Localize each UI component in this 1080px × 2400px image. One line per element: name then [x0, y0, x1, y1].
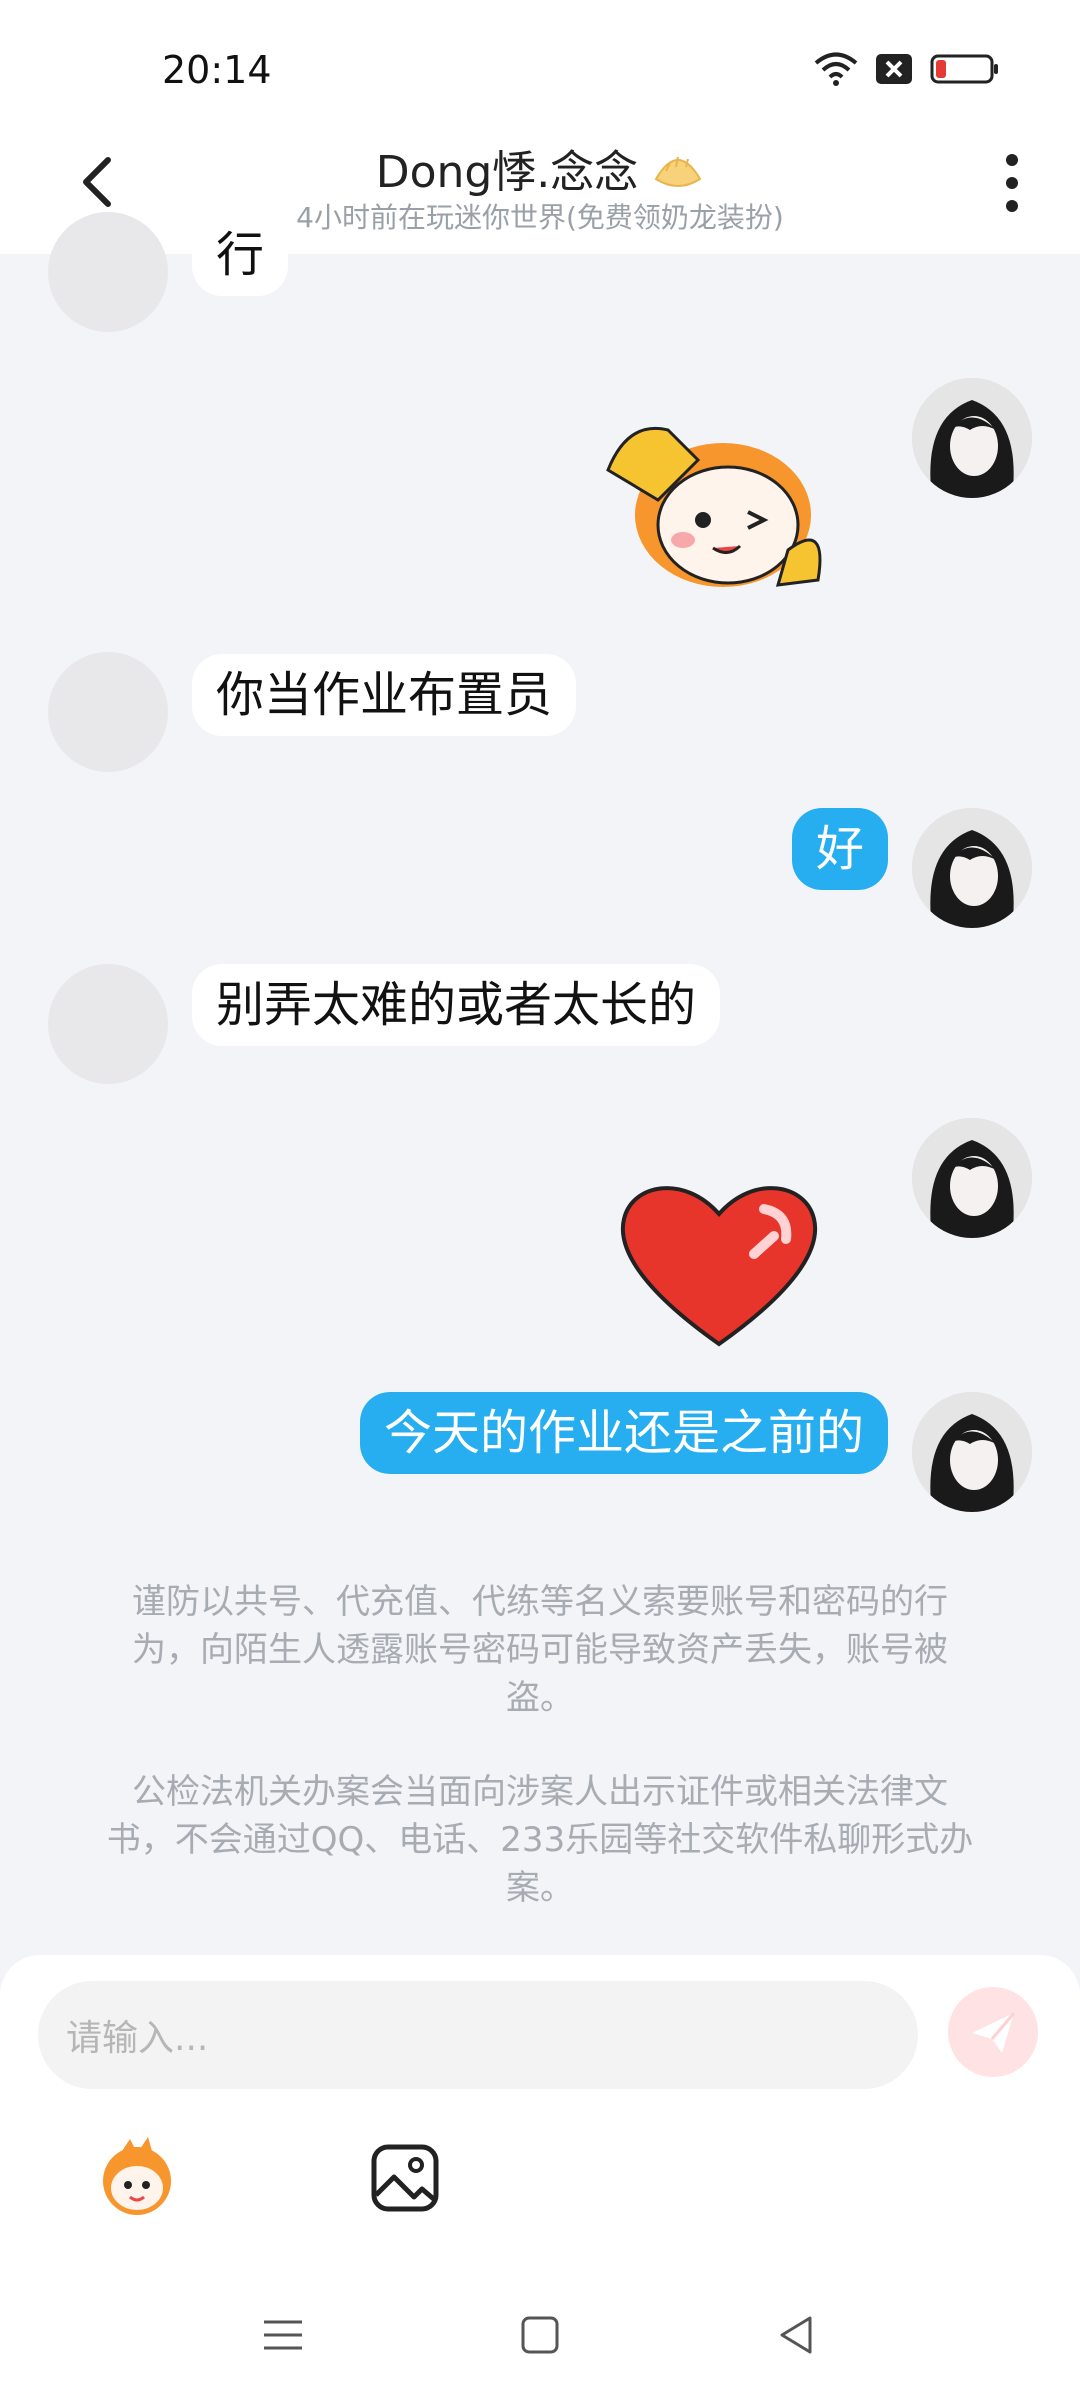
send-button[interactable] — [948, 1987, 1038, 2077]
my-avatar[interactable] — [912, 1392, 1032, 1512]
avatar-image — [912, 808, 1032, 928]
message-input-placeholder: 请输入... — [66, 2018, 209, 2059]
status-time: 20:14 — [162, 48, 272, 92]
contact-avatar[interactable] — [48, 212, 168, 332]
contact-name-text: Dong悸.念念 — [375, 147, 639, 198]
status-icons — [814, 52, 1000, 86]
battery-low-icon — [930, 54, 998, 84]
sticker-emoji-button[interactable] — [92, 2133, 182, 2223]
security-notice: 谨防以共号、代充值、代练等名义索要账号和密码的行为，向陌生人透露账号密码可能导致… — [132, 1582, 948, 1718]
chat-message-list[interactable]: 行 你当作业布置员 好 别弄太难的或者太长的 今天的作业还是之前的 谨防以共号、… — [0, 212, 1080, 1954]
contact-status: 4小时前在玩迷你世界(免费领奶龙装扮) — [296, 201, 784, 234]
avatar-image — [912, 378, 1032, 498]
message-bubble-left[interactable]: 别弄太难的或者太长的 — [192, 964, 721, 1046]
image-picker-button[interactable] — [360, 2133, 450, 2223]
my-avatar[interactable] — [912, 378, 1032, 498]
my-avatar[interactable] — [912, 1118, 1032, 1238]
message-bubble-right[interactable]: 好 — [791, 808, 888, 890]
wifi-icon — [814, 52, 858, 86]
more-options-icon[interactable] — [992, 148, 1032, 218]
security-notice: 公检法机关办案会当面向涉案人出示证件或相关法律文书，不会通过QQ、电话、233乐… — [106, 1772, 974, 1908]
message-bubble-left[interactable]: 行 — [192, 214, 289, 296]
my-avatar[interactable] — [912, 808, 1032, 928]
contact-avatar[interactable] — [48, 652, 168, 772]
contact-name: Dong悸.念念 — [0, 136, 1080, 200]
dumpling-emoji-icon — [654, 156, 702, 187]
thumbs-up-sticker[interactable] — [588, 400, 850, 600]
avatar-image — [912, 1392, 1032, 1512]
status-bar: 20:14 — [0, 0, 1080, 130]
contact-avatar[interactable] — [48, 964, 168, 1084]
menu-icon[interactable] — [258, 2310, 308, 2360]
system-navigation-bar — [0, 2270, 1080, 2400]
message-input[interactable]: 请输入... — [38, 1981, 918, 2089]
heart-sticker[interactable] — [614, 1174, 824, 1354]
send-plane-icon — [972, 2012, 1016, 2053]
avatar-image — [912, 1118, 1032, 1238]
message-bubble-left[interactable]: 你当作业布置员 — [192, 654, 577, 736]
chat-header: Dong悸.念念 4小时前在玩迷你世界(免费领奶龙装扮) — [0, 130, 1080, 254]
message-bubble-right[interactable]: 今天的作业还是之前的 — [359, 1392, 888, 1474]
back-triangle-icon[interactable] — [772, 2310, 822, 2360]
no-sim-icon — [876, 54, 912, 84]
nailong-sticker-icon — [103, 2137, 171, 2215]
home-icon[interactable] — [515, 2310, 565, 2360]
image-icon — [371, 2144, 439, 2212]
